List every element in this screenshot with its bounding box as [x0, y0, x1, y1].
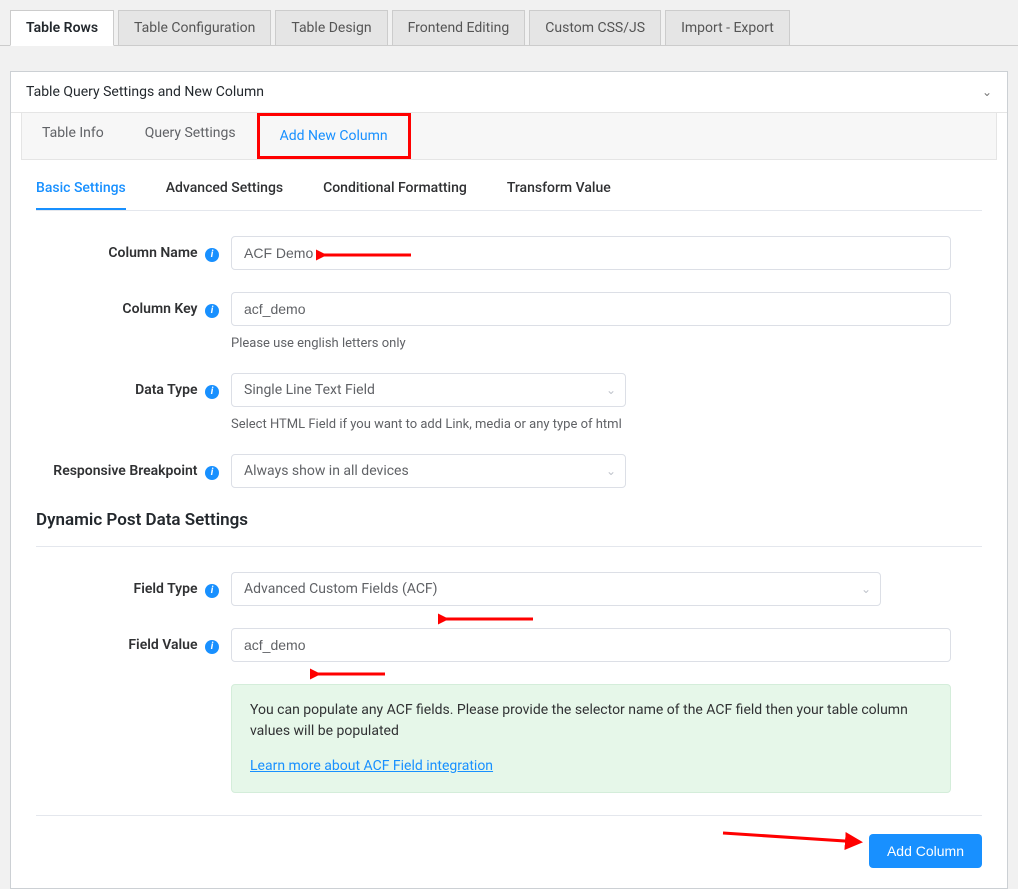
- tab-content: Basic Settings Advanced Settings Conditi…: [11, 160, 1007, 888]
- label-text: Field Value: [128, 637, 197, 653]
- label-column-key: Column Key i: [36, 292, 231, 318]
- label-text: Data Type: [135, 382, 197, 398]
- info-icon[interactable]: i: [205, 584, 219, 598]
- chevron-down-icon: ⌄: [606, 464, 616, 478]
- tab-import-export[interactable]: Import - Export: [665, 10, 790, 45]
- control-wrap: Always show in all devices ⌄: [231, 454, 982, 488]
- select-display: Single Line Text Field: [231, 373, 626, 407]
- field-value-input[interactable]: [231, 628, 951, 662]
- subtab-advanced-settings[interactable]: Advanced Settings: [166, 180, 283, 210]
- acf-info-box: You can populate any ACF fields. Please …: [231, 684, 951, 793]
- control-wrap: You can populate any ACF fields. Please …: [231, 684, 982, 793]
- info-text: You can populate any ACF fields. Please …: [250, 702, 908, 739]
- info-icon[interactable]: i: [205, 304, 219, 318]
- row-column-name: Column Name i: [36, 236, 982, 270]
- label-data-type: Data Type i: [36, 373, 231, 399]
- control-wrap: Please use english letters only: [231, 292, 982, 351]
- panel-title: Table Query Settings and New Column: [26, 84, 264, 100]
- chevron-down-icon: ⌄: [982, 85, 992, 99]
- label-text: Column Name: [108, 245, 197, 261]
- responsive-select[interactable]: Always show in all devices ⌄: [231, 454, 626, 488]
- top-tabs: Table Rows Table Configuration Table Des…: [0, 0, 1018, 46]
- footer-row: Add Column: [36, 815, 982, 868]
- empty-label: [36, 684, 231, 693]
- tab-custom-css-js[interactable]: Custom CSS/JS: [529, 10, 661, 45]
- subtab-conditional-formatting[interactable]: Conditional Formatting: [323, 180, 467, 210]
- add-column-button[interactable]: Add Column: [869, 834, 982, 868]
- row-info-box: You can populate any ACF fields. Please …: [36, 684, 982, 793]
- select-display: Advanced Custom Fields (ACF): [231, 572, 881, 606]
- control-wrap: [231, 236, 982, 270]
- panel-header[interactable]: Table Query Settings and New Column ⌄: [11, 72, 1007, 113]
- tab-table-info[interactable]: Table Info: [22, 113, 125, 159]
- label-field-value: Field Value i: [36, 628, 231, 654]
- tab-add-new-column[interactable]: Add New Column: [257, 113, 411, 159]
- help-text: Please use english letters only: [231, 336, 982, 351]
- info-icon[interactable]: i: [205, 385, 219, 399]
- label-responsive: Responsive Breakpoint i: [36, 454, 231, 480]
- chevron-down-icon: ⌄: [861, 582, 871, 596]
- learn-more-link[interactable]: Learn more about ACF Field integration: [250, 756, 493, 777]
- tab-frontend-editing[interactable]: Frontend Editing: [392, 10, 526, 45]
- control-wrap: Single Line Text Field ⌄ Select HTML Fie…: [231, 373, 982, 432]
- tab-query-settings[interactable]: Query Settings: [125, 113, 257, 159]
- tab-table-design[interactable]: Table Design: [275, 10, 387, 45]
- control-wrap: [231, 628, 982, 662]
- settings-panel: Table Query Settings and New Column ⌄ Ta…: [10, 71, 1008, 889]
- column-name-input[interactable]: [231, 236, 951, 270]
- info-icon[interactable]: i: [205, 466, 219, 480]
- info-icon[interactable]: i: [205, 640, 219, 654]
- field-type-select[interactable]: Advanced Custom Fields (ACF) ⌄: [231, 572, 881, 606]
- dynamic-section-title: Dynamic Post Data Settings: [36, 510, 982, 538]
- subtab-transform-value[interactable]: Transform Value: [507, 180, 611, 210]
- subtabs: Basic Settings Advanced Settings Conditi…: [36, 180, 982, 211]
- select-display: Always show in all devices: [231, 454, 626, 488]
- section-divider: [36, 546, 982, 547]
- data-type-select[interactable]: Single Line Text Field ⌄: [231, 373, 626, 407]
- label-field-type: Field Type i: [36, 572, 231, 598]
- app-root: Table Rows Table Configuration Table Des…: [0, 0, 1018, 885]
- chevron-down-icon: ⌄: [606, 383, 616, 397]
- row-responsive-breakpoint: Responsive Breakpoint i Always show in a…: [36, 454, 982, 488]
- tab-table-rows[interactable]: Table Rows: [10, 10, 114, 46]
- label-column-name: Column Name i: [36, 236, 231, 262]
- row-column-key: Column Key i Please use english letters …: [36, 292, 982, 351]
- subtab-basic-settings[interactable]: Basic Settings: [36, 180, 126, 210]
- label-text: Column Key: [122, 301, 197, 317]
- column-key-input[interactable]: [231, 292, 951, 326]
- help-text: Select HTML Field if you want to add Lin…: [231, 417, 982, 432]
- inner-tabs: Table Info Query Settings Add New Column: [21, 113, 997, 160]
- row-field-value: Field Value i: [36, 628, 982, 662]
- info-icon[interactable]: i: [205, 248, 219, 262]
- control-wrap: Advanced Custom Fields (ACF) ⌄: [231, 572, 982, 606]
- label-text: Field Type: [134, 581, 198, 597]
- label-text: Responsive Breakpoint: [53, 463, 197, 479]
- tab-table-configuration[interactable]: Table Configuration: [118, 10, 271, 45]
- row-data-type: Data Type i Single Line Text Field ⌄ Sel…: [36, 373, 982, 432]
- row-field-type: Field Type i Advanced Custom Fields (ACF…: [36, 572, 982, 606]
